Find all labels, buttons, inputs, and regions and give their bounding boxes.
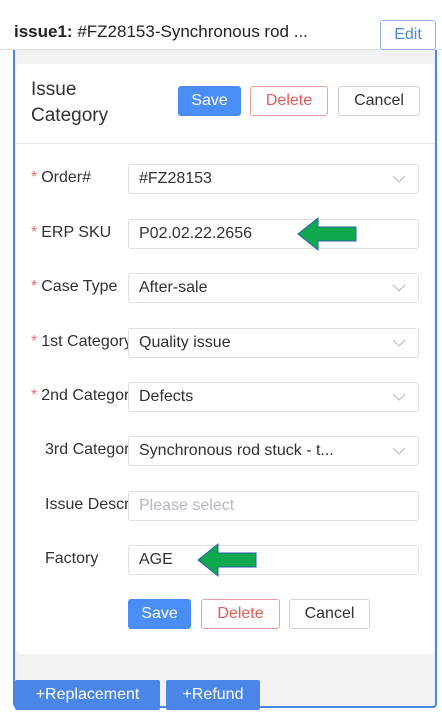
chevron-down-icon — [392, 175, 406, 183]
required-mark: * — [31, 169, 38, 186]
issue-title-id: issue1: — [14, 22, 73, 41]
form-save-button[interactable]: Save — [128, 599, 191, 629]
issue-header: issue1: #FZ28153-Synchronous rod ... Edi… — [0, 0, 442, 50]
case-type-value: After-sale — [139, 279, 208, 296]
required-mark: * — [31, 278, 38, 295]
required-mark: * — [31, 333, 38, 350]
second-category-label: * 2nd Category — [31, 387, 135, 404]
form-row-case-type: * Case Type After-sale — [16, 273, 434, 303]
form-row-erp-sku: * ERP SKU P02.02.22.2656 — [16, 219, 434, 249]
case-type-select[interactable]: After-sale — [128, 273, 419, 303]
form-row-second-category: * 2nd Category Defects — [16, 382, 434, 412]
form-delete-button[interactable]: Delete — [201, 599, 280, 629]
first-category-label: * 1st Category — [31, 333, 132, 350]
issue-description-select[interactable]: Please select — [128, 491, 419, 521]
issue-title: issue1: #FZ28153-Synchronous rod ... — [14, 22, 308, 42]
first-category-select[interactable]: Quality issue — [128, 328, 419, 358]
erp-sku-input[interactable]: P02.02.22.2656 — [128, 219, 419, 249]
factory-label: Factory — [45, 550, 99, 567]
order-label: * Order# — [31, 169, 92, 186]
first-category-value: Quality issue — [139, 334, 231, 351]
form-cancel-button[interactable]: Cancel — [289, 599, 370, 629]
card-title: Issue Category — [31, 79, 109, 126]
annotation-arrow-icon — [297, 216, 357, 252]
required-mark: * — [31, 387, 38, 404]
form-row-first-category: * 1st Category Quality issue — [16, 328, 434, 358]
order-select[interactable]: #FZ28153 — [128, 164, 419, 194]
add-replacement-button[interactable]: +Replacement — [15, 680, 160, 710]
third-category-label: 3rd Category — [45, 441, 135, 458]
erp-sku-label: * ERP SKU — [31, 224, 112, 241]
header-save-button[interactable]: Save — [178, 86, 241, 116]
header-delete-button[interactable]: Delete — [250, 86, 328, 116]
form-row-third-category: 3rd Category Synchronous rod stuck - t..… — [16, 436, 434, 466]
chevron-down-icon — [392, 393, 406, 401]
factory-input[interactable]: AGE — [128, 545, 419, 575]
header-cancel-button[interactable]: Cancel — [338, 86, 420, 116]
chevron-down-icon — [392, 284, 406, 292]
card-header: Issue Category Save Delete Cancel — [16, 64, 434, 144]
issue-description-label: Issue Description — [45, 496, 135, 513]
factory-value: AGE — [139, 551, 173, 568]
annotation-arrow-icon — [197, 542, 257, 578]
second-category-select[interactable]: Defects — [128, 382, 419, 412]
required-mark: * — [31, 224, 38, 241]
edit-button[interactable]: Edit — [380, 20, 436, 50]
issue-description-placeholder: Please select — [139, 497, 235, 514]
second-category-value: Defects — [139, 388, 194, 405]
case-type-label: * Case Type — [31, 278, 118, 295]
form-row-order: * Order# #FZ28153 — [16, 164, 434, 194]
chevron-down-icon — [392, 339, 406, 347]
form-row-issue-description: Issue Description Please select — [16, 491, 434, 521]
issue-title-text: #FZ28153-Synchronous rod ... — [72, 22, 308, 41]
chevron-down-icon — [392, 447, 406, 455]
add-refund-button[interactable]: +Refund — [166, 680, 260, 710]
third-category-value: Synchronous rod stuck - t... — [139, 442, 334, 459]
third-category-select[interactable]: Synchronous rod stuck - t... — [128, 436, 419, 466]
order-value: #FZ28153 — [139, 170, 212, 187]
